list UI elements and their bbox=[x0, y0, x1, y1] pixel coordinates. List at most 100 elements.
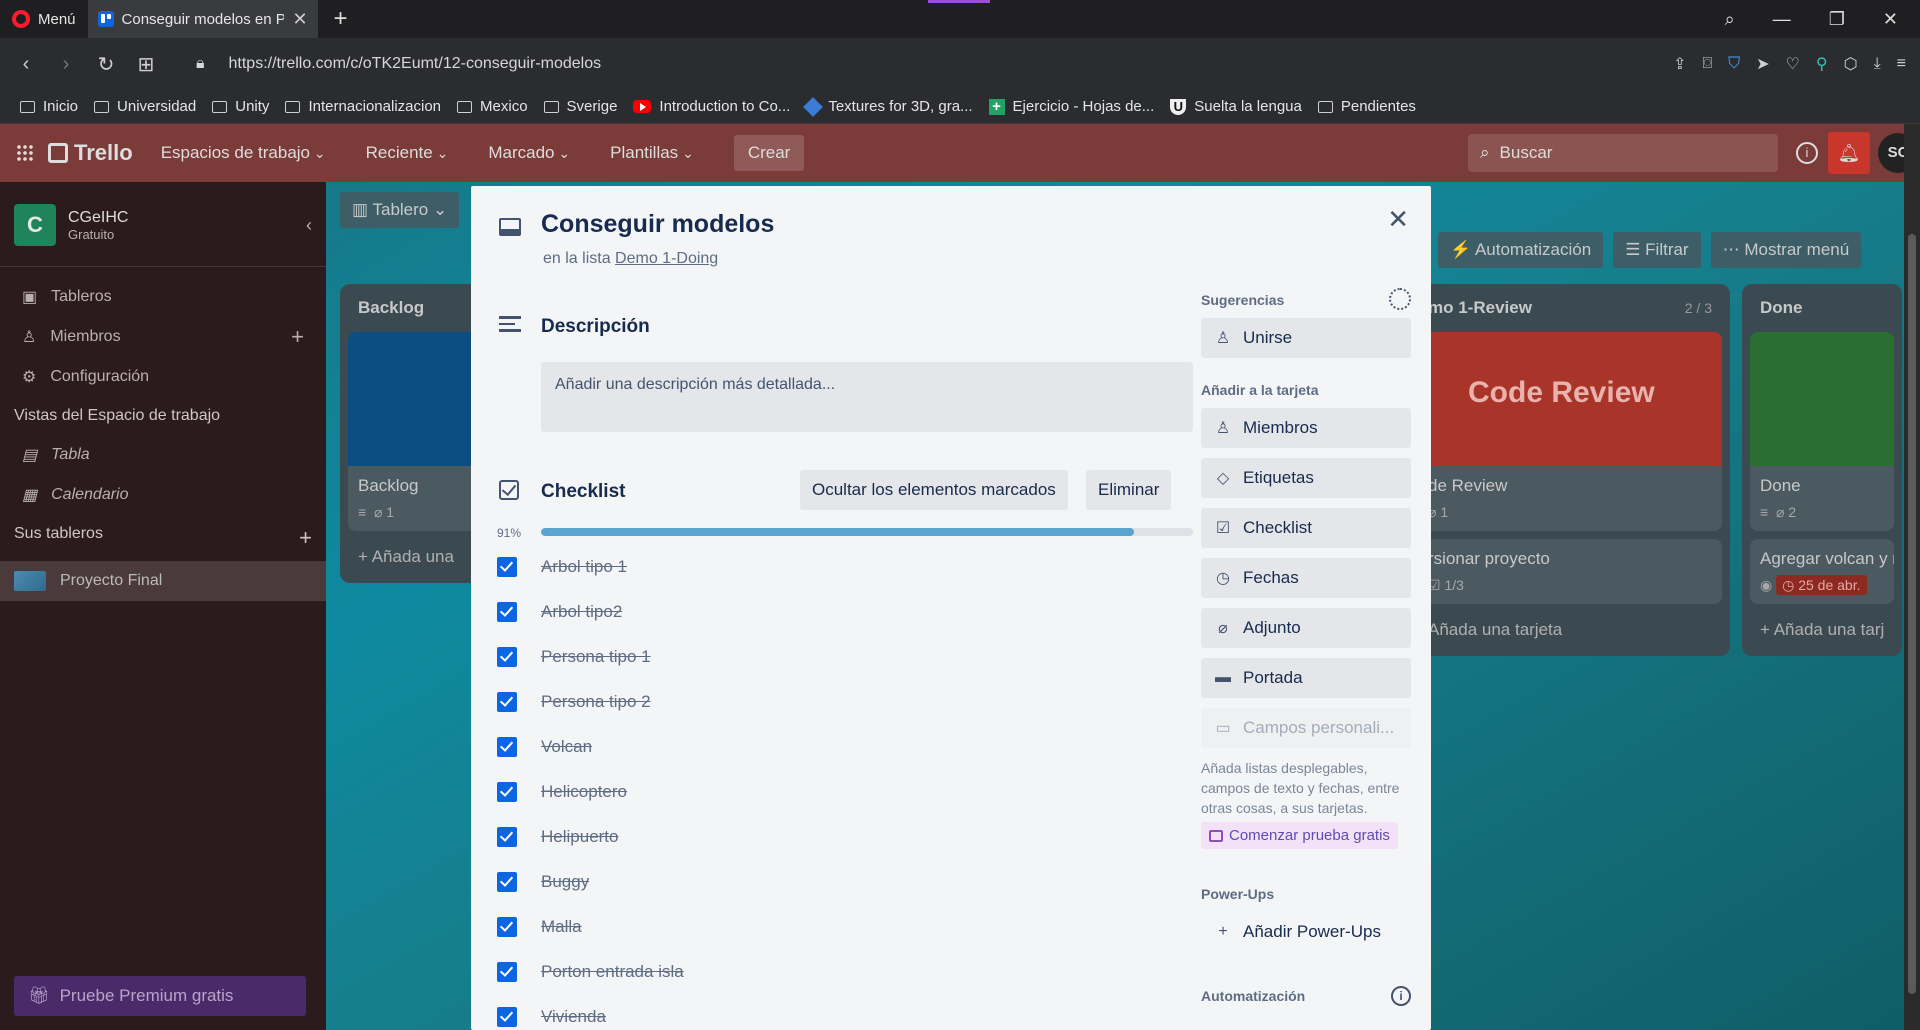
card-versionar[interactable]: rsionar proyecto ☑ 1/3 bbox=[1418, 539, 1722, 604]
bookmark-pendientes[interactable]: Pendientes bbox=[1317, 98, 1416, 115]
checklist-item-text[interactable]: Arbol tipo2 bbox=[541, 602, 622, 622]
automation-button[interactable]: ⚡ Automatización bbox=[1438, 232, 1604, 268]
card-agregar-volcan[interactable]: Agregar volcan y m ◉ ◷ 25 de abr. bbox=[1750, 539, 1894, 604]
sidebar-board-proyecto-final[interactable]: Proyecto Final bbox=[0, 561, 326, 601]
checklist-item[interactable]: Volcan bbox=[497, 724, 1197, 769]
share-icon[interactable]: ⇪ bbox=[1673, 54, 1686, 74]
nav-recent[interactable]: Reciente bbox=[366, 143, 449, 163]
bookmark-universidad[interactable]: Universidad bbox=[94, 98, 196, 115]
members-button[interactable]: ♙ Miembros bbox=[1201, 408, 1411, 448]
bookmark-suelta[interactable]: U Suelta la lengua bbox=[1170, 98, 1302, 115]
gear-icon[interactable] bbox=[1389, 288, 1411, 310]
back-icon[interactable]: ‹ bbox=[6, 53, 46, 76]
checklist-item-text[interactable]: Arbol tipo 1 bbox=[541, 557, 627, 577]
collapse-sidebar-icon[interactable]: ‹ bbox=[306, 215, 312, 236]
sidebar-item-settings[interactable]: ⚙ Configuración bbox=[0, 357, 326, 397]
url-field[interactable]: 🔒︎ https://trello.com/c/oTK2Eumt/12-cons… bbox=[196, 55, 601, 73]
labels-button[interactable]: ◇ Etiquetas bbox=[1201, 458, 1411, 498]
shield-icon[interactable]: ⛉ bbox=[1728, 55, 1740, 73]
bookmark-internacionalizacion[interactable]: Internacionalizacion bbox=[285, 98, 441, 115]
camera-icon[interactable]: ⌼ bbox=[1703, 55, 1713, 73]
forward-icon[interactable]: › bbox=[46, 53, 86, 76]
box-icon[interactable]: ⬡ bbox=[1844, 54, 1858, 74]
add-powerups-button[interactable]: + Añadir Power-Ups bbox=[1201, 912, 1411, 952]
show-menu-button[interactable]: ⋯ Mostrar menú bbox=[1710, 232, 1862, 268]
checkbox-checked[interactable] bbox=[497, 826, 517, 847]
cover-button[interactable]: ▬ Portada bbox=[1201, 658, 1411, 698]
close-icon[interactable]: ✕ bbox=[1387, 204, 1409, 235]
bookmark-sverige[interactable]: Sverige bbox=[543, 98, 617, 115]
checkbox-checked[interactable] bbox=[497, 601, 517, 622]
board-view-button[interactable]: ▥ Tablero ⌄ bbox=[340, 192, 460, 228]
checklist-item-text[interactable]: Helipuerto bbox=[541, 827, 619, 847]
reload-icon[interactable]: ↻ bbox=[86, 52, 126, 77]
nav-templates[interactable]: Plantillas bbox=[610, 143, 694, 163]
checklist-item[interactable]: Persona tipo 1 bbox=[497, 634, 1197, 679]
bookmark-ejercicio[interactable]: + Ejercicio - Hojas de... bbox=[988, 98, 1154, 115]
download-icon[interactable]: ⤓ bbox=[1874, 55, 1881, 73]
checklist-item-text[interactable]: Helicoptero bbox=[541, 782, 627, 802]
add-board-icon[interactable]: + bbox=[299, 525, 312, 551]
sidebar-item-table[interactable]: ▤ Tabla bbox=[0, 435, 326, 475]
checklist-item-text[interactable]: Malla bbox=[541, 917, 582, 937]
info-icon[interactable]: i bbox=[1391, 986, 1411, 1006]
browser-tab-active[interactable]: Conseguir modelos en Proy ✕ bbox=[87, 0, 318, 38]
checklist-item[interactable]: Porton entrada isla bbox=[497, 949, 1197, 994]
bookmark-unity[interactable]: Unity bbox=[212, 98, 269, 115]
nav-starred[interactable]: Marcado bbox=[488, 143, 570, 163]
checkbox-checked[interactable] bbox=[497, 1006, 517, 1027]
sidebar-item-members[interactable]: ♙ Miembros + bbox=[0, 317, 326, 357]
join-button[interactable]: ♙ Unirse bbox=[1201, 318, 1411, 358]
heart-icon[interactable]: ♡ bbox=[1786, 54, 1800, 74]
premium-trial-button[interactable]: 🎁︎ Pruebe Premium gratis bbox=[14, 976, 306, 1016]
hide-checked-button[interactable]: Ocultar los elementos marcados bbox=[800, 470, 1068, 510]
card-title[interactable]: Conseguir modelos bbox=[541, 210, 774, 239]
checklist-item-text[interactable]: Buggy bbox=[541, 872, 589, 892]
description-field[interactable]: Añadir una descripción más detallada... bbox=[541, 362, 1193, 432]
opera-menu-button[interactable]: Menú bbox=[0, 0, 88, 38]
checklist-item[interactable]: Arbol tipo 1 bbox=[497, 544, 1197, 589]
checkbox-checked[interactable] bbox=[497, 691, 517, 712]
checklist-item[interactable]: Helicoptero bbox=[497, 769, 1197, 814]
checklist-item[interactable]: Arbol tipo2 bbox=[497, 589, 1197, 634]
add-member-icon[interactable]: + bbox=[291, 324, 304, 350]
list-link[interactable]: Demo 1-Doing bbox=[615, 250, 718, 267]
checkbox-checked[interactable] bbox=[497, 916, 517, 937]
settings-icon[interactable]: ≡ bbox=[1897, 55, 1906, 73]
apps-grid-icon[interactable] bbox=[16, 144, 34, 162]
delete-checklist-button[interactable]: Eliminar bbox=[1086, 470, 1172, 510]
checklist-heading[interactable]: Checklist bbox=[541, 481, 625, 503]
checklist-item-text[interactable]: Persona tipo 1 bbox=[541, 647, 651, 667]
tabs-grid-icon[interactable]: ⊞ bbox=[126, 52, 166, 77]
info-icon[interactable]: i bbox=[1796, 142, 1818, 164]
checkbox-checked[interactable] bbox=[497, 961, 517, 982]
bookmark-introduction[interactable]: Introduction to Co... bbox=[633, 98, 790, 115]
minimize-button[interactable]: — bbox=[1773, 9, 1791, 30]
bookmark-inicio[interactable]: Inicio bbox=[20, 98, 78, 115]
add-card-button[interactable]: + Añada una tarj bbox=[1742, 612, 1902, 656]
bookmark-mexico[interactable]: Mexico bbox=[457, 98, 528, 115]
checklist-item[interactable]: Vivienda bbox=[497, 994, 1197, 1030]
checklist-item[interactable]: Buggy bbox=[497, 859, 1197, 904]
checklist-item-text[interactable]: Vivienda bbox=[541, 1007, 606, 1027]
sidebar-item-calendar[interactable]: ▦ Calendario bbox=[0, 475, 326, 515]
checkbox-checked[interactable] bbox=[497, 646, 517, 667]
checklist-item-text[interactable]: Porton entrada isla bbox=[541, 962, 684, 982]
close-window-button[interactable]: ✕ bbox=[1883, 9, 1898, 30]
bookmark-textures[interactable]: Textures for 3D, gra... bbox=[803, 96, 973, 117]
add-card-button[interactable]: Añada una tarjeta bbox=[1410, 612, 1730, 656]
bell-icon[interactable]: 🔔︎ bbox=[1828, 132, 1870, 174]
sidebar-item-boards[interactable]: ▣ Tableros bbox=[0, 277, 326, 317]
card-code-review[interactable]: Code Review de Review ⌀ 1 bbox=[1418, 332, 1722, 531]
start-trial-button[interactable]: Comenzar prueba gratis bbox=[1201, 822, 1398, 849]
close-tab-icon[interactable]: ✕ bbox=[292, 9, 307, 30]
send-icon[interactable]: ➤ bbox=[1756, 54, 1769, 74]
card-done[interactable]: Done ≡ ⌀ 2 bbox=[1750, 332, 1894, 531]
attachment-button[interactable]: ⌀ Adjunto bbox=[1201, 608, 1411, 648]
scrollbar-thumb[interactable] bbox=[1908, 234, 1916, 994]
checklist-item-text[interactable]: Volcan bbox=[541, 737, 592, 757]
custom-fields-button[interactable]: ▭ Campos personali... bbox=[1201, 708, 1411, 748]
checklist-item[interactable]: Helipuerto bbox=[497, 814, 1197, 859]
pin-icon[interactable]: ⚲ bbox=[1816, 54, 1828, 74]
checkbox-checked[interactable] bbox=[497, 556, 517, 577]
